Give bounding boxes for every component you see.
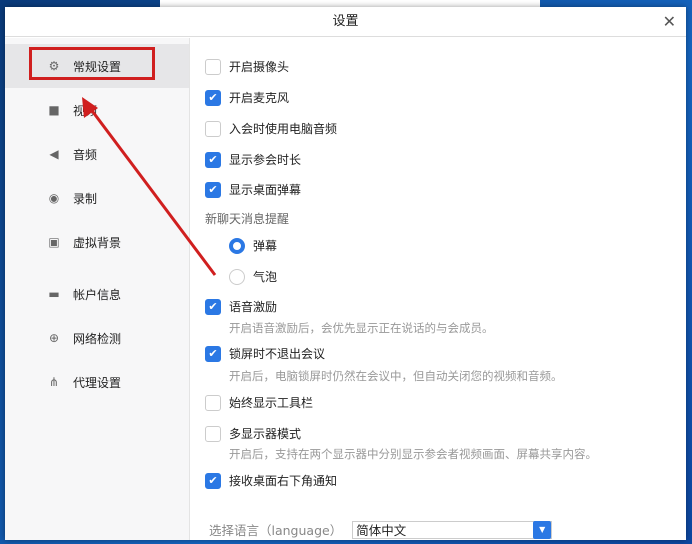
watermark: 下载吧 xyxy=(566,492,686,538)
annotation-arrow xyxy=(82,97,217,276)
